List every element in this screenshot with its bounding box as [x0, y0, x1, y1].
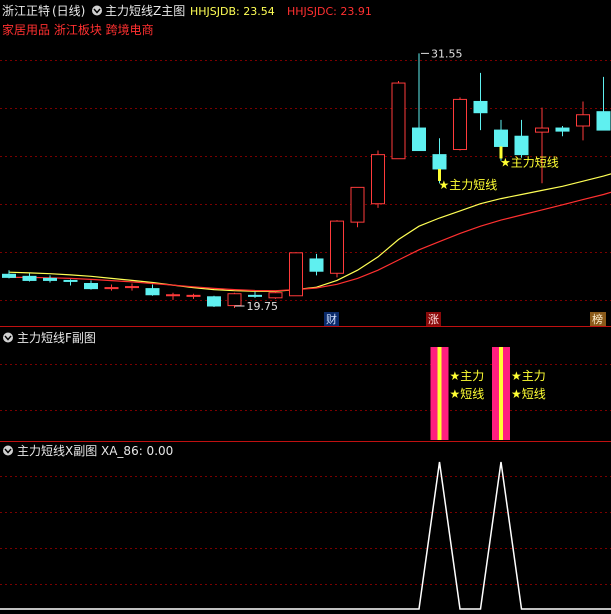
- sub-f-dropdown-icon[interactable]: [3, 332, 13, 343]
- candle-26: [535, 107, 549, 184]
- candle-body: [453, 98, 467, 151]
- candle-23: [473, 72, 488, 131]
- candle-body: [2, 273, 16, 278]
- sub-f-signal-text-2a: ★主力: [511, 369, 546, 383]
- candle-5: [104, 284, 119, 291]
- candle-15: [309, 253, 324, 276]
- candle-body: [494, 129, 508, 147]
- candle-28: [576, 101, 590, 141]
- high-price-label: 31.55: [431, 47, 463, 60]
- sub-panel-f-header: 主力短线F副图: [3, 331, 96, 345]
- candle-body: [186, 294, 201, 297]
- signal-label-1: ★主力短线: [439, 178, 498, 192]
- candle-body: [596, 111, 611, 131]
- hhjsjdb-value: HHJSJDB: 23.54: [190, 5, 275, 18]
- sub-panel-x-title: 主力短线X副图: [17, 444, 97, 458]
- event-marker-finance[interactable]: 财: [326, 312, 337, 326]
- candle-0: [2, 270, 16, 279]
- moving-averages: [8, 173, 611, 292]
- sub-panel-f-title: 主力短线F副图: [17, 331, 96, 345]
- candle-body: [371, 154, 385, 205]
- event-marker-rise[interactable]: 涨: [428, 313, 439, 326]
- candle-body: [473, 100, 488, 114]
- low-price-label: 19.75: [247, 300, 279, 313]
- event-marker-rank[interactable]: 榜: [592, 312, 603, 326]
- xa86-value: XA_86: 0.00: [101, 444, 173, 458]
- candle-body: [412, 127, 426, 152]
- candle-body: [289, 252, 303, 297]
- hhjsjdc-line: [9, 191, 611, 292]
- candle-10: [207, 295, 221, 308]
- signal-bars: ★主力 ★短线 ★主力 ★短线: [430, 347, 546, 440]
- candle-body: [227, 293, 242, 307]
- sub-panel-x-header: 主力短线X副图 XA_86: 0.00: [3, 444, 173, 458]
- candle-body: [248, 294, 262, 297]
- candle-1: [22, 273, 37, 282]
- candle-body: [207, 296, 221, 307]
- candle-20: [412, 53, 426, 152]
- candle-body: [330, 220, 344, 274]
- signal-label-2: ★主力短线: [500, 155, 559, 169]
- candle-body: [432, 154, 447, 170]
- candle-body: [555, 127, 570, 132]
- candle-body: [268, 292, 283, 299]
- chart-canvas: 浙江正特 (日线) 主力短线Z主图 HHJSJDB: 23.54 HHJSJDC…: [0, 3, 611, 610]
- candle-25: [514, 119, 529, 158]
- sub-f-signal-text-2b: ★短线: [511, 387, 546, 401]
- candle-body: [145, 288, 160, 296]
- candle-12: [248, 291, 262, 298]
- candle-22: [453, 97, 467, 151]
- candle-body: [166, 294, 180, 297]
- candle-19: [391, 81, 406, 160]
- candle-4: [84, 280, 98, 290]
- sector-tags: 家居用品 浙江板块 跨境电商: [2, 22, 154, 37]
- stock-name: 浙江正特: [2, 3, 50, 18]
- candle-body: [350, 186, 365, 223]
- candle-body: [63, 279, 78, 282]
- candle-17: [350, 186, 365, 228]
- candle-27: [555, 126, 570, 137]
- candle-16: [330, 220, 344, 278]
- xa86-line: [0, 461, 611, 610]
- candle-body: [22, 275, 37, 281]
- sub-f-signal-text-1b: ★短线: [450, 387, 485, 401]
- candle-body: [43, 277, 57, 281]
- candle-body: [576, 114, 590, 127]
- period-label: (日线): [52, 4, 85, 18]
- candle-3: [63, 279, 78, 286]
- candle-14: [289, 252, 303, 297]
- signal-bar-yellow-2: [499, 347, 503, 440]
- candle-2: [43, 275, 57, 283]
- hhjsjdb-line: [8, 173, 611, 292]
- candle-13: [268, 291, 283, 299]
- candle-9: [186, 293, 201, 299]
- candle-body: [125, 286, 139, 289]
- candle-6: [125, 283, 139, 291]
- candle-8: [166, 292, 180, 300]
- candlesticks: [2, 53, 611, 309]
- sub-x-dropdown-icon[interactable]: [3, 445, 13, 456]
- indicator-dropdown-icon[interactable]: [92, 5, 102, 16]
- event-markers[interactable]: 财 涨 榜: [324, 312, 606, 326]
- main-panel-header: 浙江正特 (日线) 主力短线Z主图 HHJSJDB: 23.54 HHJSJDC…: [2, 3, 372, 37]
- candle-body: [535, 127, 549, 133]
- candle-7: [145, 284, 160, 296]
- candle-body: [309, 258, 324, 272]
- signal-bar-yellow-1: [437, 347, 442, 440]
- sub-f-signal-text-1a: ★主力: [450, 369, 485, 383]
- xa-line-layer: [0, 461, 611, 610]
- indicator-title: 主力短线Z主图: [105, 4, 185, 18]
- candle-body: [104, 287, 119, 290]
- candle-body: [514, 135, 529, 156]
- candle-body: [84, 283, 98, 290]
- hhjsjdc-value: HHJSJDC: 23.91: [287, 5, 372, 18]
- candle-18: [371, 150, 385, 208]
- candle-29: [596, 76, 611, 131]
- candle-body: [391, 82, 406, 160]
